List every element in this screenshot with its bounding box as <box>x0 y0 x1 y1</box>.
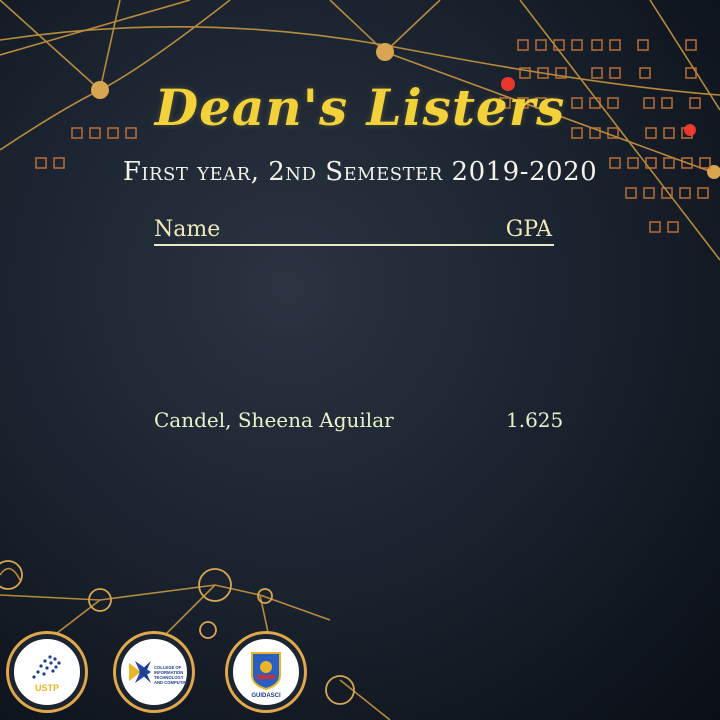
logo-lettering: USTP <box>35 683 59 693</box>
grid-square <box>637 39 649 51</box>
page-title: Dean's Listers <box>154 78 566 137</box>
grid-square <box>649 221 661 233</box>
node-dot <box>376 43 394 61</box>
grid-square <box>609 39 621 51</box>
node-ring <box>0 560 23 590</box>
student-gpa: 1.625 <box>506 408 564 432</box>
logo-lettering: GUIDASCI <box>251 693 281 699</box>
grid-square <box>697 187 709 199</box>
ustp-seal-icon: USTP <box>32 655 61 693</box>
table-header: Name GPA <box>154 214 554 246</box>
grid-square <box>609 67 621 79</box>
grid-square <box>639 67 651 79</box>
grid-square <box>625 187 637 199</box>
grid-square <box>643 187 655 199</box>
grid-square <box>667 221 679 233</box>
grid-square <box>571 39 583 51</box>
ustp-logo: USTP <box>9 634 85 710</box>
grid-square <box>685 39 697 51</box>
column-header-gpa: GPA <box>505 217 552 242</box>
logo-lettering: AND COMPUTING <box>154 680 187 685</box>
page-subtitle: First year, 2nd Semester 2019-2020 <box>122 157 598 187</box>
citc-seal-icon: COLLEGE OF INFORMATION TECHNOLOGY AND CO… <box>129 661 187 685</box>
grid-square <box>591 67 603 79</box>
grid-square <box>517 39 529 51</box>
column-header-name: Name <box>154 217 221 242</box>
grid-square <box>591 39 603 51</box>
grid-square <box>535 39 547 51</box>
guidasci-seal-icon: GUIDASCI <box>251 652 281 699</box>
guidasci-logo: GUIDASCI <box>228 634 304 710</box>
citc-logo: COLLEGE OF INFORMATION TECHNOLOGY AND CO… <box>116 634 192 710</box>
student-name: Candel, Sheena Aguilar <box>154 408 394 432</box>
grid-square <box>679 187 691 199</box>
node-ring <box>199 621 217 639</box>
deans-list-poster: Dean's Listers First year, 2nd Semester … <box>0 0 720 720</box>
